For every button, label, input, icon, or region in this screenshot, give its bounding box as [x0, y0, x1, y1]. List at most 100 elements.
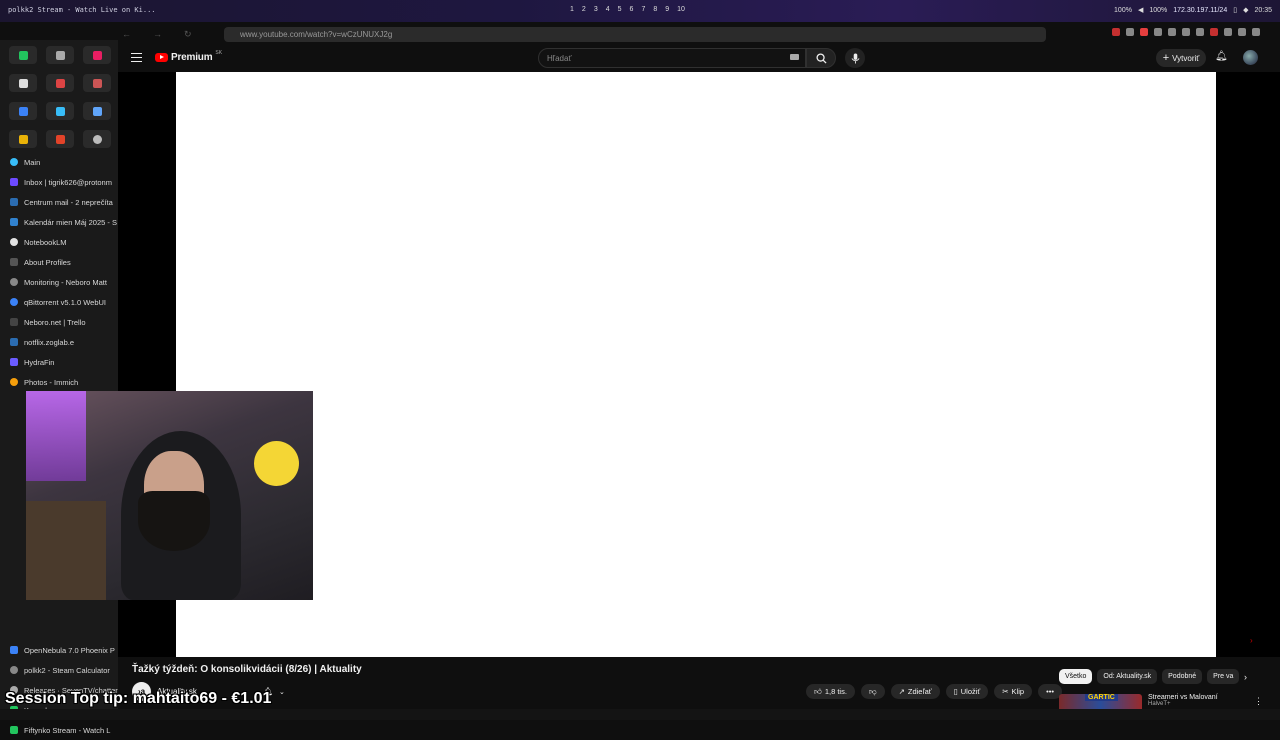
- forward-icon[interactable]: →: [153, 29, 162, 40]
- sidebar-tab[interactable]: Photos - Immich: [0, 372, 118, 392]
- clip-button[interactable]: ✂ Klip: [994, 684, 1033, 699]
- tab-label: qBittorrent v5.1.0 WebUI: [24, 297, 106, 307]
- sidebar-tab[interactable]: Neboro.net | Trello: [0, 312, 118, 332]
- keyboard-icon[interactable]: [790, 54, 799, 60]
- sidebar-tab[interactable]: polkk2 - Steam Calculator: [0, 660, 118, 680]
- avatar[interactable]: [1243, 50, 1258, 65]
- reload-icon[interactable]: ↻: [184, 29, 192, 40]
- video-frame[interactable]: [176, 72, 1216, 657]
- pinned-tab[interactable]: [46, 46, 74, 64]
- sidebar-tab[interactable]: NotebookLM: [0, 232, 118, 252]
- sidebar-tab[interactable]: notflix.zoglab.e: [0, 332, 118, 352]
- app-icon: [18, 106, 28, 116]
- create-button[interactable]: + Vytvoriť: [1156, 49, 1206, 67]
- proton-mail-icon: [10, 178, 18, 186]
- pinned-tab[interactable]: [83, 74, 111, 92]
- chevron-down-icon[interactable]: ⌄: [279, 688, 285, 696]
- pinned-tab[interactable]: [83, 102, 111, 120]
- chip-from-channel[interactable]: Od: Aktuality.sk: [1097, 669, 1158, 684]
- back-icon[interactable]: ←: [122, 29, 131, 40]
- extension-icon[interactable]: [1112, 28, 1120, 36]
- chip-for-you[interactable]: Pre va: [1207, 669, 1240, 684]
- workspace-9[interactable]: 9: [665, 6, 669, 13]
- save-button[interactable]: ▯ Uložiť: [945, 684, 989, 699]
- like-button[interactable]: 👍︎ 1,8 tis.: [806, 684, 855, 699]
- pinned-tab[interactable]: [83, 46, 111, 64]
- pinned-tab[interactable]: [46, 130, 74, 148]
- tab-label: NotebookLM: [24, 237, 67, 247]
- workspace-2[interactable]: 2: [582, 6, 586, 13]
- clock: 20:35: [1254, 6, 1272, 14]
- extension-icon[interactable]: [1224, 28, 1232, 36]
- notifications-bell-icon[interactable]: 🔔︎: [1215, 51, 1228, 62]
- extension-icon[interactable]: [1252, 28, 1260, 36]
- create-label: Vytvoriť: [1172, 53, 1200, 63]
- pinned-tab[interactable]: [9, 46, 37, 64]
- app-icon: [18, 134, 28, 144]
- workspace-6[interactable]: 6: [630, 6, 634, 13]
- pinned-tab[interactable]: [83, 130, 111, 148]
- sidebar-tab[interactable]: Inbox | tigrik626@protonm: [0, 172, 118, 192]
- youtube-play-icon: [155, 53, 168, 62]
- workspace-switcher: 1 2 3 4 5 6 7 8 9 10: [570, 6, 685, 13]
- scissors-icon: ✂: [1002, 687, 1009, 696]
- tab-group-header[interactable]: Main: [0, 152, 118, 172]
- extension-icon[interactable]: [1126, 28, 1134, 36]
- workspace-4[interactable]: 4: [606, 6, 610, 13]
- workspace-8[interactable]: 8: [653, 6, 657, 13]
- app-icon: [92, 134, 102, 144]
- gitlab-icon: [55, 134, 65, 144]
- ip-address: 172.30.197.11/24: [1173, 6, 1228, 14]
- share-icon: ↗: [898, 687, 905, 696]
- dislike-button[interactable]: 👎︎: [860, 684, 885, 699]
- video-actions: 👍︎ 1,8 tis. 👎︎ ↗ Zdieľať ▯ Uložiť ✂ Klip •••: [806, 684, 1062, 699]
- extension-icon[interactable]: [1182, 28, 1190, 36]
- extension-icon[interactable]: [1196, 28, 1204, 36]
- tab-list: Main Inbox | tigrik626@protonm Centrum m…: [0, 152, 118, 392]
- sidebar-tab[interactable]: Monitoring - Neboro Matt: [0, 272, 118, 292]
- sidebar-tab[interactable]: qBittorrent v5.1.0 WebUI: [0, 292, 118, 312]
- window-title: polkk2 Stream - Watch Live on Ki...: [8, 6, 156, 14]
- pinned-tab[interactable]: [46, 74, 74, 92]
- pinned-tab[interactable]: [9, 130, 37, 148]
- volume-icon[interactable]: ◀: [1138, 6, 1143, 14]
- extension-icon[interactable]: [1210, 28, 1218, 36]
- chip-all[interactable]: Všetko: [1059, 669, 1093, 684]
- extension-icon[interactable]: [1154, 28, 1162, 36]
- workspace-1[interactable]: 1: [570, 6, 574, 13]
- share-button[interactable]: ↗ Zdieľať: [890, 684, 940, 699]
- sidebar-tab[interactable]: Centrum mail - 2 neprečíta: [0, 192, 118, 212]
- workspace-5[interactable]: 5: [618, 6, 622, 13]
- address-bar[interactable]: www.youtube.com/watch?v=wCzUNUXJ2g: [224, 27, 1046, 42]
- more-vertical-icon[interactable]: ⋮: [1254, 696, 1263, 707]
- extension-icon[interactable]: [1168, 28, 1176, 36]
- pinned-tab[interactable]: [9, 74, 37, 92]
- youtube-logo[interactable]: Premium SK: [155, 50, 222, 63]
- tray-icon[interactable]: ◆: [1243, 6, 1248, 14]
- workspace-7[interactable]: 7: [641, 6, 645, 13]
- sidebar-tab[interactable]: Fiftynko Stream - Watch L: [0, 720, 118, 740]
- search-button[interactable]: [806, 48, 836, 68]
- tab-label: OpenNebula 7.0 Phoenix P: [24, 645, 115, 655]
- pinned-tab[interactable]: [46, 102, 74, 120]
- sidebar-tab[interactable]: Kalendár mien Máj 2025 - S: [0, 212, 118, 232]
- workspace-3[interactable]: 3: [594, 6, 598, 13]
- sidebar-tab[interactable]: OpenNebula 7.0 Phoenix P: [0, 640, 118, 660]
- workspace-10[interactable]: 10: [677, 6, 685, 13]
- background-shelf: [26, 501, 106, 600]
- search-input[interactable]: Hľadať: [538, 48, 806, 68]
- sidebar-tab[interactable]: HydraFin: [0, 352, 118, 372]
- extension-icon[interactable]: [1140, 28, 1148, 36]
- sidebar-tab[interactable]: About Profiles: [0, 252, 118, 272]
- chip-related[interactable]: Podobné: [1162, 669, 1203, 684]
- pinned-tab[interactable]: [9, 102, 37, 120]
- tab-label: polkk2 - Steam Calculator: [24, 665, 110, 675]
- voice-search-button[interactable]: [845, 48, 865, 68]
- menu-icon[interactable]: [131, 53, 142, 62]
- tab-label: Photos - Immich: [24, 377, 79, 387]
- extension-icon[interactable]: [1238, 28, 1246, 36]
- extension-toolbar: [1112, 28, 1260, 36]
- clipboard-icon[interactable]: ▯: [1233, 6, 1237, 14]
- chevron-right-icon[interactable]: ›: [1244, 672, 1247, 682]
- filter-chips: Všetko Od: Aktuality.sk Podobné Pre va: [1059, 669, 1240, 684]
